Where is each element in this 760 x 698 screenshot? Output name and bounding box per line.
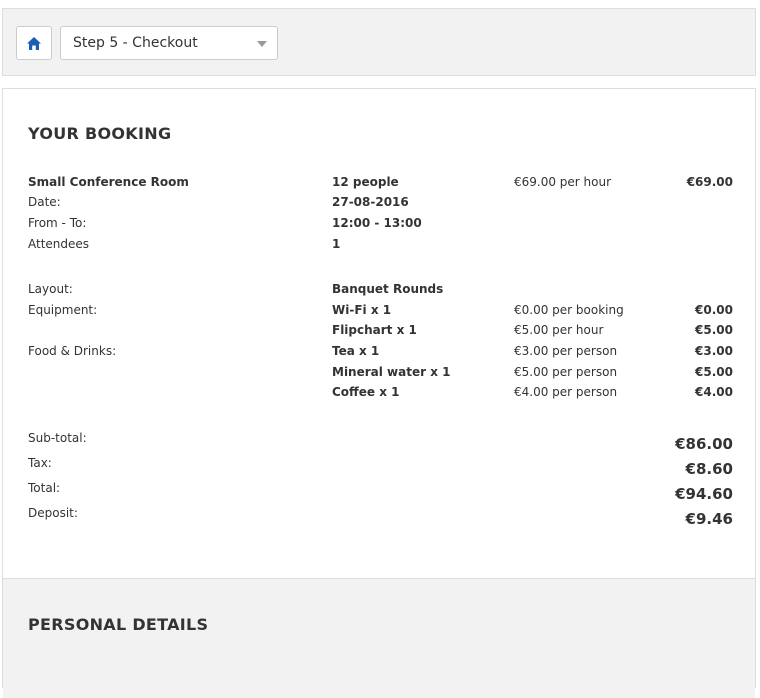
subtotal-value: €86.00 <box>675 435 733 453</box>
room-rate: €69.00 per hour <box>514 175 612 189</box>
home-button[interactable] <box>16 26 52 60</box>
layout-value: Banquet Rounds <box>332 282 444 296</box>
food-item-name: Mineral water x 1 <box>332 365 451 379</box>
personal-details-section: PERSONAL DETAILS <box>3 578 755 698</box>
step-select-value: Step 5 - Checkout <box>73 35 198 51</box>
food-item-name: Tea x 1 <box>332 344 380 358</box>
equipment-item-price: €0.00 <box>695 303 733 317</box>
food-item-price: €3.00 <box>695 344 733 358</box>
equipment-item-name: Wi-Fi x 1 <box>332 303 392 317</box>
step-select[interactable]: Step 5 - Checkout <box>60 26 278 60</box>
food-item-price: €4.00 <box>695 385 733 399</box>
equipment-item-price: €5.00 <box>695 323 733 337</box>
equipment-label: Equipment: <box>28 303 98 317</box>
equipment-item-name: Flipchart x 1 <box>332 323 417 337</box>
equipment-item-rate: €5.00 per hour <box>514 323 604 337</box>
food-item-name: Coffee x 1 <box>332 385 400 399</box>
date-label: Date: <box>28 195 61 209</box>
booking-row-date: Date: 27-08-2016 <box>3 195 757 215</box>
tax-value: €8.60 <box>685 460 733 478</box>
chevron-down-icon <box>257 41 267 47</box>
booking-row-layout: Layout: Banquet Rounds <box>3 282 757 302</box>
layout-label: Layout: <box>28 282 73 296</box>
room-price: €69.00 <box>686 175 733 189</box>
time-label: From - To: <box>28 216 87 230</box>
food-item-price: €5.00 <box>695 365 733 379</box>
room-capacity: 12 people <box>332 175 399 189</box>
room-name: Small Conference Room <box>28 175 189 189</box>
food-item-rate: €3.00 per person <box>514 344 618 358</box>
food-row: Food & Drinks: Tea x 1 €3.00 per person … <box>3 344 757 364</box>
total-value: €94.60 <box>675 485 733 503</box>
section-title-booking: YOUR BOOKING <box>28 124 172 143</box>
tax-row: Tax: €8.60 <box>3 456 757 480</box>
food-row: Mineral water x 1 €5.00 per person €5.00 <box>3 365 757 385</box>
subtotal-row: Sub-total: €86.00 <box>3 431 757 455</box>
deposit-label: Deposit: <box>28 506 78 520</box>
top-nav-bar: Step 5 - Checkout <box>2 8 756 76</box>
equipment-row: Equipment: Wi-Fi x 1 €0.00 per booking €… <box>3 303 757 323</box>
time-value: 12:00 - 13:00 <box>332 216 422 230</box>
total-label: Total: <box>28 481 61 495</box>
attendees-value: 1 <box>332 237 341 251</box>
food-item-rate: €4.00 per person <box>514 385 618 399</box>
food-label: Food & Drinks: <box>28 344 117 358</box>
deposit-value: €9.46 <box>685 510 733 528</box>
tax-label: Tax: <box>28 456 52 470</box>
subtotal-label: Sub-total: <box>28 431 87 445</box>
attendees-label: Attendees <box>28 237 90 251</box>
equipment-row: Flipchart x 1 €5.00 per hour €5.00 <box>3 323 757 343</box>
food-row: Coffee x 1 €4.00 per person €4.00 <box>3 385 757 405</box>
date-value: 27-08-2016 <box>332 195 409 209</box>
section-title-personal: PERSONAL DETAILS <box>28 615 209 634</box>
food-item-rate: €5.00 per person <box>514 365 618 379</box>
booking-card: YOUR BOOKING Small Conference Room 12 pe… <box>2 88 757 698</box>
deposit-row: Deposit: €9.46 <box>3 506 757 530</box>
booking-row-attendees: Attendees 1 <box>3 237 757 257</box>
total-row: Total: €94.60 <box>3 481 757 505</box>
equipment-item-rate: €0.00 per booking <box>514 303 624 317</box>
booking-row-room: Small Conference Room 12 people €69.00 p… <box>3 175 757 195</box>
home-icon <box>27 36 41 50</box>
booking-row-time: From - To: 12:00 - 13:00 <box>3 216 757 236</box>
